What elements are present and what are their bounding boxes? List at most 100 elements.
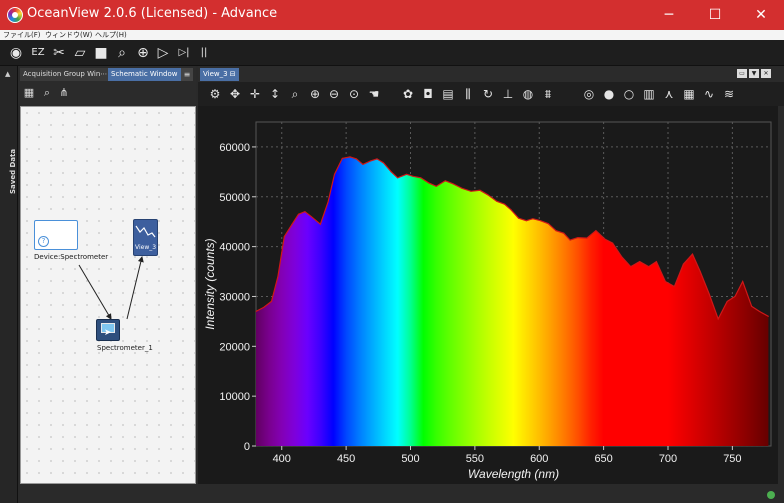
pause-icon[interactable]: || [194,43,214,63]
data-point [639,260,641,263]
tab-acquisition-group[interactable]: Acquisition Group Win⋯ [20,68,111,81]
close-button[interactable]: ✕ [738,0,784,30]
ocean-logo-icon[interactable]: ◉ [6,43,26,63]
data-point [595,230,597,232]
tools-icon[interactable]: ✂ [49,43,69,63]
data-point [577,237,579,239]
connection-line [78,264,112,320]
data-point [664,280,667,283]
data-point [699,270,701,273]
data-point [621,255,623,258]
tab-schematic-window[interactable]: Schematic Window [108,68,181,81]
data-point [648,265,650,268]
chart-toolbar: ⚙ ✥ ✛ ↕ ⌕ ⊕ ⊖ ⊙ ☚ ✿ ◘ ▤ ⫼ ↻ ⊥ ◍ ⩩ ◎ ● ○ ▥ ⋏ ▦ ∿ ≋ [198,82,784,106]
data-point [333,173,336,175]
data-point [470,190,472,192]
zoom-out-icon[interactable]: ⊖ [325,85,343,103]
data-point [691,253,694,255]
y-tick-label: 30000 [219,291,250,303]
zoom-icon[interactable]: ⌕ [39,85,55,101]
data-point [734,295,736,298]
schematic-toolbar: ▦ ⌕ ⋔ [18,82,196,104]
open-folder-icon[interactable]: ▱ [70,43,90,63]
tab-view-3[interactable]: View_3 ⊟ [200,68,239,81]
zoom-fit-icon[interactable]: ⊙ [345,85,363,103]
x-axis-label: Wavelength (nm) [468,467,559,481]
zoom-icon[interactable]: ⌕ [286,85,304,103]
y-tick-label: 20000 [219,341,250,353]
close-view-button[interactable]: ✕ [761,69,771,78]
move-horizontal-icon[interactable]: ✛ [246,85,264,103]
menu-window[interactable]: ウィンドウ(W) [45,30,92,40]
connection-line [126,256,144,320]
move-vertical-icon[interactable]: ↕ [266,85,284,103]
lamp-off-icon[interactable]: ○ [620,85,638,103]
saved-data-label[interactable]: Saved Data [9,149,17,194]
grid-icon[interactable]: ▦ [21,85,37,101]
data-point [341,157,343,159]
data-point [525,220,527,222]
data-point [283,236,285,238]
bar-chart-icon[interactable]: ▥ [640,85,658,103]
pin-icon[interactable]: ▲ [5,70,10,78]
globe-icon[interactable]: ◎ [580,85,598,103]
menu-help[interactable]: ヘルプ(H) [95,30,127,40]
spectrum-icon[interactable]: ▤ [439,85,457,103]
spectrometer-node[interactable]: ➤ [96,319,120,341]
spectrum-chart[interactable]: 0 10000 20000 30000 40000 50000 60000 400 450 500… [198,106,778,484]
wave-list-icon[interactable]: ≋ [720,85,738,103]
wave-icon[interactable]: ∿ [700,85,718,103]
data-point [412,175,414,177]
table-icon[interactable]: ▦ [680,85,698,103]
menu-file[interactable]: ファイル(F) [3,30,41,40]
settings-icon[interactable]: ⚙ [206,85,224,103]
data-point [655,260,658,263]
data-point [255,310,257,313]
data-point [406,173,408,175]
search-icon[interactable]: ⌕ [112,43,132,63]
mixer-icon[interactable]: ⫼ [459,85,477,103]
data-point [461,187,463,189]
step-icon[interactable]: ▷| [174,43,194,63]
data-point [349,156,351,158]
view-node[interactable]: View_3 [133,219,158,256]
data-point [547,223,549,225]
data-point [604,238,606,240]
y-axis-label: Intensity (counts) [203,238,217,329]
play-icon[interactable]: ▷ [153,43,173,63]
x-tick-label: 750 [723,453,741,465]
data-point [319,223,321,225]
ez-icon[interactable]: EZ [28,43,48,63]
y-tick-label: 40000 [219,242,250,254]
x-tick-label: 550 [466,453,484,465]
pan-icon[interactable]: ✥ [226,85,244,103]
data-point [539,220,542,222]
view-menu-button[interactable]: ▼ [749,69,759,78]
restore-view-button[interactable]: ▭ [737,69,747,78]
baseline-icon[interactable]: ⊥ [499,85,517,103]
lamp-on-icon[interactable]: ● [600,85,618,103]
zoom-in-icon[interactable]: ⊕ [306,85,324,103]
data-point [390,171,392,173]
saved-data-panel[interactable]: ▲ Saved Data [0,66,18,503]
save-icon[interactable]: ■ [91,43,111,63]
device-node[interactable]: ? [34,220,78,250]
spectrum-plot[interactable]: 0 10000 20000 30000 40000 50000 60000 400 450 500… [198,106,778,484]
data-point [444,180,446,182]
data-point [630,265,632,268]
peak-icon[interactable]: ⋏ [660,85,678,103]
hand-icon[interactable]: ☚ [365,85,383,103]
globe-icon[interactable]: ⊕ [133,43,153,63]
camera-icon[interactable]: ◘ [419,85,437,103]
refresh-icon[interactable]: ↻ [479,85,497,103]
data-point [751,305,753,308]
palette-icon[interactable]: ✿ [399,85,417,103]
data-point [758,310,761,313]
color-wheel-icon[interactable]: ◍ [519,85,537,103]
schematic-canvas[interactable]: ? Device:Spectrometer View_3 ➤ Spectrome… [20,106,196,484]
maximize-button[interactable]: ☐ [692,0,738,30]
share-icon[interactable]: ⋔ [56,85,72,101]
tab-menu-icon[interactable]: ≡ [181,68,193,81]
filter-icon[interactable]: ⩩ [539,85,557,103]
minimize-button[interactable]: ─ [646,0,692,30]
